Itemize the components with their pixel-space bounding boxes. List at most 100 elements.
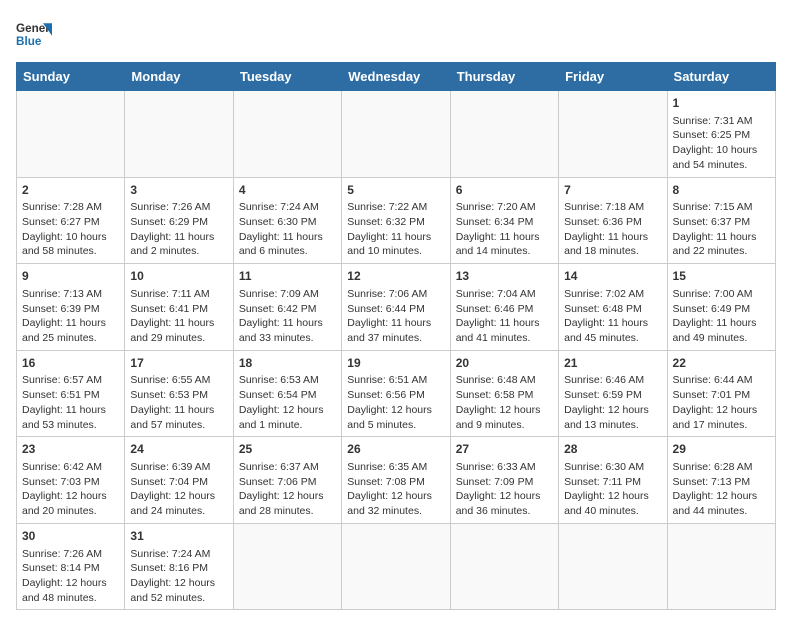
logo-icon: General Blue [16, 16, 52, 52]
day-info: Sunrise: 7:02 AM Sunset: 6:48 PM Dayligh… [564, 287, 661, 346]
calendar-cell: 11 Sunrise: 7:09 AM Sunset: 6:42 PM Dayli… [233, 264, 341, 351]
weekday-header-row: SundayMondayTuesdayWednesdayThursdayFrid… [17, 63, 776, 91]
day-info: Sunrise: 7:06 AM Sunset: 6:44 PM Dayligh… [347, 287, 444, 346]
calendar-cell: 27 Sunrise: 6:33 AM Sunset: 7:09 PM Dayli… [450, 437, 558, 524]
calendar-cell [17, 91, 125, 178]
calendar-table: SundayMondayTuesdayWednesdayThursdayFrid… [16, 62, 776, 610]
day-info: Sunrise: 6:30 AM Sunset: 7:11 PM Dayligh… [564, 460, 661, 519]
calendar-cell: 15 Sunrise: 7:00 AM Sunset: 6:49 PM Dayli… [667, 264, 775, 351]
calendar-cell [342, 91, 450, 178]
day-number: 17 [130, 355, 227, 372]
day-number: 30 [22, 528, 119, 545]
day-info: Sunrise: 6:51 AM Sunset: 6:56 PM Dayligh… [347, 373, 444, 432]
day-number: 15 [673, 268, 770, 285]
calendar-cell: 16Sunrise: 6:57 AM Sunset: 6:51 PM Dayli… [17, 350, 125, 437]
calendar-cell: 30 Sunrise: 7:26 AM Sunset: 8:14 PM Dayli… [17, 523, 125, 610]
calendar-cell: 9 Sunrise: 7:13 AM Sunset: 6:39 PM Daylig… [17, 264, 125, 351]
day-number: 5 [347, 182, 444, 199]
day-info: Sunrise: 7:26 AM Sunset: 8:14 PM Dayligh… [22, 547, 119, 606]
calendar-cell [559, 523, 667, 610]
day-info: Sunrise: 6:42 AM Sunset: 7:03 PM Dayligh… [22, 460, 119, 519]
calendar-header: SundayMondayTuesdayWednesdayThursdayFrid… [17, 63, 776, 91]
day-info: Sunrise: 7:28 AM Sunset: 6:27 PM Dayligh… [22, 200, 119, 259]
day-number: 7 [564, 182, 661, 199]
day-info: Sunrise: 7:13 AM Sunset: 6:39 PM Dayligh… [22, 287, 119, 346]
day-info: Sunrise: 7:24 AM Sunset: 6:30 PM Dayligh… [239, 200, 336, 259]
calendar-cell [450, 523, 558, 610]
calendar-cell [342, 523, 450, 610]
day-info: Sunrise: 6:35 AM Sunset: 7:08 PM Dayligh… [347, 460, 444, 519]
day-number: 9 [22, 268, 119, 285]
day-info: Sunrise: 7:04 AM Sunset: 6:46 PM Dayligh… [456, 287, 553, 346]
calendar-cell: 23 Sunrise: 6:42 AM Sunset: 7:03 PM Dayli… [17, 437, 125, 524]
day-number: 13 [456, 268, 553, 285]
calendar-cell: 20Sunrise: 6:48 AM Sunset: 6:58 PM Dayli… [450, 350, 558, 437]
calendar-cell: 1 Sunrise: 7:31 AM Sunset: 6:25 PM Daylig… [667, 91, 775, 178]
day-number: 23 [22, 441, 119, 458]
day-info: Sunrise: 7:24 AM Sunset: 8:16 PM Dayligh… [130, 547, 227, 606]
calendar-cell: 19Sunrise: 6:51 AM Sunset: 6:56 PM Dayli… [342, 350, 450, 437]
day-info: Sunrise: 7:11 AM Sunset: 6:41 PM Dayligh… [130, 287, 227, 346]
weekday-header-sunday: Sunday [17, 63, 125, 91]
day-info: Sunrise: 6:33 AM Sunset: 7:09 PM Dayligh… [456, 460, 553, 519]
day-info: Sunrise: 6:39 AM Sunset: 7:04 PM Dayligh… [130, 460, 227, 519]
day-info: Sunrise: 6:57 AM Sunset: 6:51 PM Dayligh… [22, 373, 119, 432]
calendar-cell [233, 523, 341, 610]
day-number: 19 [347, 355, 444, 372]
calendar-cell: 18Sunrise: 6:53 AM Sunset: 6:54 PM Dayli… [233, 350, 341, 437]
day-info: Sunrise: 7:09 AM Sunset: 6:42 PM Dayligh… [239, 287, 336, 346]
day-number: 22 [673, 355, 770, 372]
day-number: 10 [130, 268, 227, 285]
day-number: 20 [456, 355, 553, 372]
day-info: Sunrise: 6:46 AM Sunset: 6:59 PM Dayligh… [564, 373, 661, 432]
day-number: 3 [130, 182, 227, 199]
weekday-header-saturday: Saturday [667, 63, 775, 91]
calendar-week-2: 2Sunrise: 7:28 AM Sunset: 6:27 PM Daylig… [17, 177, 776, 264]
calendar-cell: 22Sunrise: 6:44 AM Sunset: 7:01 PM Dayli… [667, 350, 775, 437]
day-number: 24 [130, 441, 227, 458]
day-info: Sunrise: 7:18 AM Sunset: 6:36 PM Dayligh… [564, 200, 661, 259]
day-number: 16 [22, 355, 119, 372]
day-number: 1 [673, 95, 770, 112]
calendar-cell: 8Sunrise: 7:15 AM Sunset: 6:37 PM Daylig… [667, 177, 775, 264]
calendar-week-5: 23 Sunrise: 6:42 AM Sunset: 7:03 PM Dayli… [17, 437, 776, 524]
day-number: 26 [347, 441, 444, 458]
day-number: 14 [564, 268, 661, 285]
calendar-cell: 12Sunrise: 7:06 AM Sunset: 6:44 PM Dayli… [342, 264, 450, 351]
calendar-week-3: 9 Sunrise: 7:13 AM Sunset: 6:39 PM Daylig… [17, 264, 776, 351]
day-number: 31 [130, 528, 227, 545]
day-info: Sunrise: 6:48 AM Sunset: 6:58 PM Dayligh… [456, 373, 553, 432]
day-info: Sunrise: 7:31 AM Sunset: 6:25 PM Dayligh… [673, 114, 770, 173]
calendar-cell: 31 Sunrise: 7:24 AM Sunset: 8:16 PM Dayli… [125, 523, 233, 610]
weekday-header-friday: Friday [559, 63, 667, 91]
calendar-cell [559, 91, 667, 178]
calendar-cell: 10 Sunrise: 7:11 AM Sunset: 6:41 PM Dayli… [125, 264, 233, 351]
day-number: 11 [239, 268, 336, 285]
day-info: Sunrise: 6:28 AM Sunset: 7:13 PM Dayligh… [673, 460, 770, 519]
page-header: General Blue [16, 16, 776, 52]
day-info: Sunrise: 7:00 AM Sunset: 6:49 PM Dayligh… [673, 287, 770, 346]
calendar-cell: 13 Sunrise: 7:04 AM Sunset: 6:46 PM Dayli… [450, 264, 558, 351]
day-number: 6 [456, 182, 553, 199]
logo: General Blue [16, 16, 52, 52]
calendar-cell [233, 91, 341, 178]
weekday-header-wednesday: Wednesday [342, 63, 450, 91]
calendar-body: 1 Sunrise: 7:31 AM Sunset: 6:25 PM Daylig… [17, 91, 776, 610]
day-info: Sunrise: 6:44 AM Sunset: 7:01 PM Dayligh… [673, 373, 770, 432]
weekday-header-monday: Monday [125, 63, 233, 91]
day-info: Sunrise: 7:15 AM Sunset: 6:37 PM Dayligh… [673, 200, 770, 259]
day-number: 2 [22, 182, 119, 199]
day-number: 27 [456, 441, 553, 458]
day-info: Sunrise: 7:20 AM Sunset: 6:34 PM Dayligh… [456, 200, 553, 259]
day-number: 8 [673, 182, 770, 199]
weekday-header-thursday: Thursday [450, 63, 558, 91]
calendar-cell: 21Sunrise: 6:46 AM Sunset: 6:59 PM Dayli… [559, 350, 667, 437]
day-info: Sunrise: 6:55 AM Sunset: 6:53 PM Dayligh… [130, 373, 227, 432]
calendar-cell: 2Sunrise: 7:28 AM Sunset: 6:27 PM Daylig… [17, 177, 125, 264]
calendar-week-6: 30 Sunrise: 7:26 AM Sunset: 8:14 PM Dayli… [17, 523, 776, 610]
calendar-cell [450, 91, 558, 178]
calendar-cell: 7Sunrise: 7:18 AM Sunset: 6:36 PM Daylig… [559, 177, 667, 264]
calendar-cell: 3Sunrise: 7:26 AM Sunset: 6:29 PM Daylig… [125, 177, 233, 264]
calendar-cell: 14 Sunrise: 7:02 AM Sunset: 6:48 PM Dayli… [559, 264, 667, 351]
calendar-cell [125, 91, 233, 178]
